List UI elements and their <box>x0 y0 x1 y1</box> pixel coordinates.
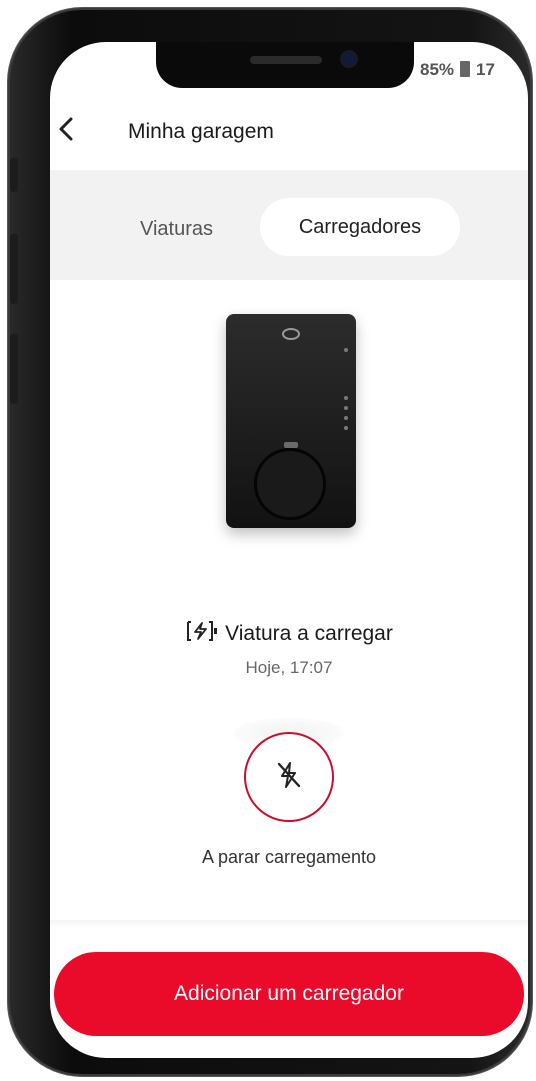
notch <box>156 42 414 88</box>
status-bar: 85% 17 <box>420 60 495 80</box>
charging-status-label: Viatura a carregar <box>225 622 393 645</box>
segmented-control: Viaturas Carregadores <box>50 170 528 280</box>
mute-switch <box>10 158 18 192</box>
charger-indicator <box>344 406 348 410</box>
charger-indicator <box>344 416 348 420</box>
charging-status: Viatura a carregar <box>50 620 528 648</box>
battery-percentage: 85% <box>420 60 455 79</box>
charging-timestamp: Hoje, 17:07 <box>245 658 333 677</box>
charger-indicator <box>344 348 348 352</box>
lightning-off-icon <box>276 760 302 795</box>
front-camera <box>342 52 356 66</box>
phone-frame: 85% 17 Minha garagem Viaturas Carregadore… <box>8 8 532 1076</box>
section-divider <box>50 920 528 928</box>
stop-charging-label: A parar carregamento <box>201 847 377 867</box>
add-charger-button[interactable]: Adicionar um carregador <box>54 952 524 1036</box>
chevron-left-icon[interactable] <box>58 116 74 149</box>
volume-down-button <box>10 334 18 404</box>
brand-logo <box>282 328 300 340</box>
battery-icon <box>460 61 471 77</box>
cable-holster <box>254 448 326 520</box>
charger-indicator <box>344 426 348 430</box>
battery-charging-icon <box>185 620 219 648</box>
speaker <box>250 56 322 64</box>
charger-image <box>226 314 356 528</box>
page-title: Minha garagem <box>128 120 274 143</box>
clock: 17 <box>476 60 495 79</box>
top-app-bar: Minha garagem <box>50 112 528 162</box>
app-screen: 85% 17 Minha garagem Viaturas Carregadore… <box>50 42 528 1058</box>
charger-indicator <box>344 396 348 400</box>
tab-carregadores[interactable]: Carregadores <box>260 198 460 256</box>
stop-charging-button[interactable] <box>244 732 334 822</box>
tab-viaturas[interactable]: Viaturas <box>140 218 213 241</box>
volume-up-button <box>10 234 18 304</box>
